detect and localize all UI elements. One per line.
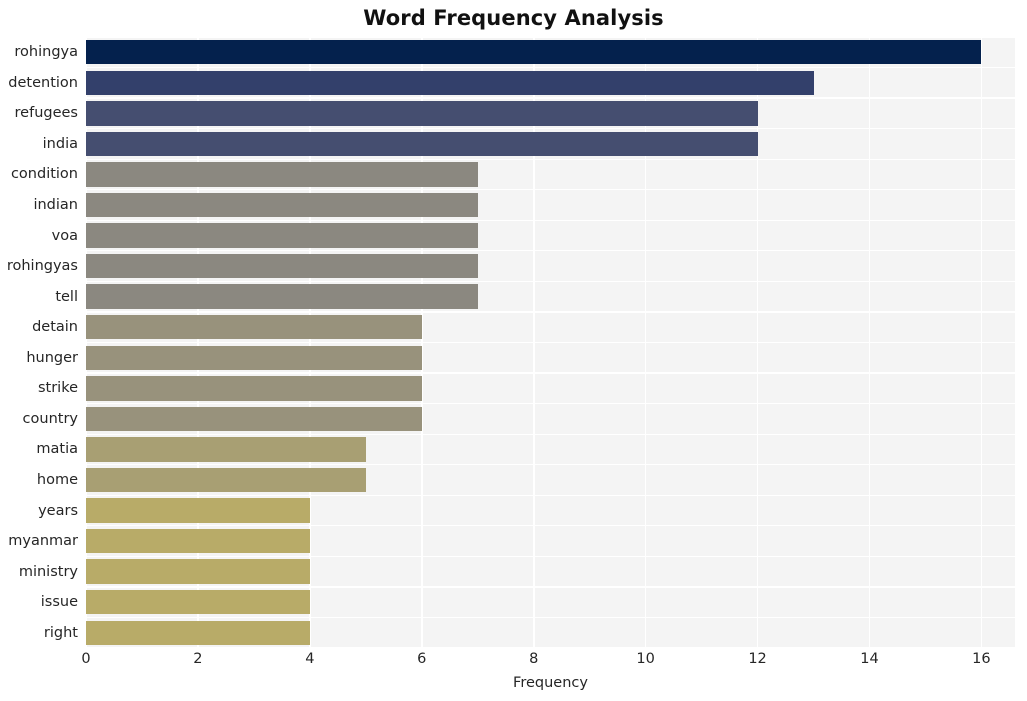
y-axis-tick-label: voa bbox=[51, 227, 78, 244]
x-axis-tick-label: 6 bbox=[417, 651, 427, 667]
horizontal-gridline bbox=[86, 311, 1015, 313]
horizontal-gridline bbox=[86, 341, 1015, 344]
horizontal-gridline bbox=[86, 37, 1015, 38]
x-axis-tick-label: 2 bbox=[193, 651, 203, 667]
bar bbox=[86, 101, 758, 126]
y-axis-tick-label: ministry bbox=[18, 563, 78, 580]
bar bbox=[86, 70, 814, 96]
x-axis-label: Frequency bbox=[513, 675, 588, 691]
horizontal-gridline bbox=[86, 647, 1015, 648]
vertical-gridline bbox=[420, 37, 423, 648]
bar bbox=[86, 162, 478, 187]
bar bbox=[86, 315, 422, 340]
plot-area bbox=[86, 37, 1015, 648]
horizontal-gridline bbox=[86, 189, 1015, 191]
y-axis-tick-label: india bbox=[42, 135, 78, 152]
y-axis-tick-label: tell bbox=[55, 288, 78, 305]
y-axis-tick-label: rohingya bbox=[14, 44, 78, 61]
y-axis-tick-label: myanmar bbox=[8, 533, 78, 550]
vertical-gridline bbox=[756, 37, 759, 648]
bar bbox=[86, 376, 422, 401]
y-axis-tick-label: refugees bbox=[14, 105, 78, 122]
x-axis-tick-label: 0 bbox=[81, 651, 91, 667]
vertical-gridline bbox=[309, 37, 311, 648]
y-axis-tick-label: home bbox=[36, 471, 78, 488]
horizontal-gridline bbox=[86, 586, 1015, 588]
horizontal-gridline bbox=[86, 372, 1015, 374]
y-axis-tick-label: detain bbox=[32, 319, 78, 336]
bar bbox=[86, 406, 422, 432]
vertical-gridline bbox=[644, 37, 647, 648]
y-axis-tick-label: matia bbox=[36, 441, 78, 458]
horizontal-gridline bbox=[86, 250, 1015, 252]
vertical-gridline bbox=[532, 37, 535, 648]
y-axis-tick-label: country bbox=[22, 410, 78, 427]
bar bbox=[86, 131, 758, 157]
y-axis-tick-labels: rohingya detention refugees india condition i… bbox=[0, 37, 78, 648]
y-axis-tick-label: indian bbox=[33, 197, 78, 214]
bar bbox=[86, 498, 310, 523]
bar bbox=[86, 192, 478, 218]
horizontal-gridline bbox=[86, 219, 1015, 221]
chart-title: Word Frequency Analysis bbox=[363, 6, 664, 30]
x-axis-tick-label: 16 bbox=[972, 651, 991, 667]
bar bbox=[86, 345, 422, 370]
bar bbox=[86, 284, 478, 309]
y-axis-tick-label: years bbox=[38, 502, 78, 519]
horizontal-gridline bbox=[86, 280, 1015, 283]
x-axis-tick-label: 4 bbox=[305, 651, 315, 667]
horizontal-gridline bbox=[86, 97, 1015, 99]
vertical-gridline bbox=[197, 37, 199, 648]
y-axis-tick-label: condition bbox=[10, 166, 78, 183]
vertical-gridline bbox=[86, 37, 87, 648]
vertical-gridline bbox=[980, 37, 983, 648]
y-axis-tick-label: hunger bbox=[26, 349, 78, 366]
horizontal-gridline bbox=[86, 128, 1015, 130]
horizontal-gridline bbox=[86, 402, 1015, 405]
horizontal-gridline bbox=[86, 158, 1015, 160]
bar bbox=[86, 40, 982, 65]
horizontal-gridline bbox=[86, 433, 1015, 435]
y-axis-tick-label: strike bbox=[37, 380, 78, 397]
bar bbox=[86, 223, 478, 248]
bar bbox=[86, 253, 478, 279]
horizontal-gridline bbox=[86, 464, 1015, 466]
vertical-gridline bbox=[868, 37, 871, 648]
bar bbox=[86, 589, 310, 615]
x-axis-tick-label: 10 bbox=[636, 651, 655, 667]
bar bbox=[86, 467, 366, 493]
bar bbox=[86, 528, 310, 554]
horizontal-gridline bbox=[86, 494, 1015, 496]
bar bbox=[86, 437, 366, 462]
x-axis-tick-label: 8 bbox=[529, 651, 539, 667]
x-axis-tick-label: 14 bbox=[860, 651, 879, 667]
bar bbox=[86, 620, 310, 645]
horizontal-gridline bbox=[86, 616, 1015, 619]
x-axis-tick-labels: 0 2 4 6 8 10 12 14 16 bbox=[81, 651, 1015, 674]
horizontal-gridline bbox=[86, 66, 1015, 69]
horizontal-gridline bbox=[86, 555, 1015, 557]
y-axis-tick-label: detention bbox=[8, 74, 78, 91]
bar bbox=[86, 559, 310, 584]
y-axis-tick-label: issue bbox=[40, 594, 78, 611]
x-axis-tick-label: 12 bbox=[748, 651, 767, 667]
chart-figure: Word Frequency Analysis rohingya detentio… bbox=[0, 0, 1027, 701]
y-axis-tick-label: rohingyas bbox=[6, 258, 78, 275]
horizontal-gridline bbox=[86, 525, 1015, 527]
y-axis-tick-label: right bbox=[43, 624, 78, 641]
